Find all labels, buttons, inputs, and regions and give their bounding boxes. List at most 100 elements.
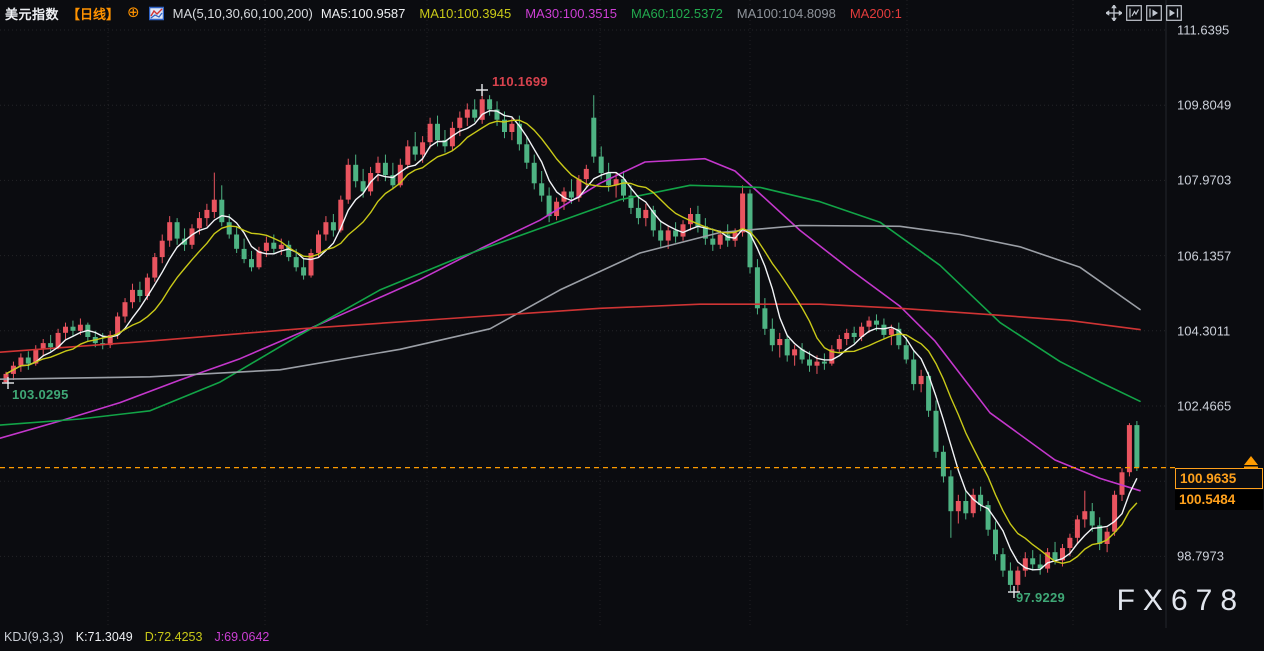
candle [41,339,46,355]
go-to-latest-icon[interactable] [1165,4,1182,21]
candle [234,226,239,253]
pan-tool-icon[interactable] [1105,4,1122,21]
playback-icon[interactable] [1145,4,1162,21]
candle [636,198,641,225]
timeframe-selector[interactable]: 【日线】 [67,4,119,23]
candle [956,495,961,524]
fx678-watermark: FX678 [1117,584,1245,618]
candle [681,220,686,241]
candle [770,319,775,352]
candle [1082,491,1087,528]
price-extreme-annotation: 103.0295 [12,387,69,402]
ma-legend: MA5:100.9587 MA10:100.3945 MA30:100.3515 MA… [321,6,902,21]
candle [539,171,544,202]
ma-legend-item-ma30: MA30:100.3515 [525,6,617,21]
candle [658,220,663,247]
candle [1038,554,1043,575]
kdj-k-value: K:71.3049 [76,630,133,644]
candle [710,228,715,251]
candle [85,323,90,342]
candle [71,321,76,337]
candle [919,370,924,393]
axis-price-label: 98.7973 [1177,549,1224,564]
candle [152,253,157,282]
candle [160,235,165,264]
candle [309,249,314,278]
axis-price-label: 111.6395 [1177,23,1229,38]
axis-price-label: 104.3011 [1177,323,1230,338]
candle [242,239,247,264]
candle [376,157,381,182]
candle [911,351,916,390]
chart-canvas[interactable] [0,0,1264,651]
candle [1134,421,1139,471]
candle [1127,423,1132,476]
price-extreme-annotation: 97.9229 [1016,590,1065,605]
candle [524,136,529,169]
candle [346,159,351,204]
kdj-d-value: D:72.4253 [145,630,203,644]
ma-legend-item-ma200: MA200:1 [850,6,902,21]
scale-left-icon[interactable] [1125,4,1142,21]
ma-legend-item-ma100: MA100:104.8098 [737,6,836,21]
candle [18,353,23,371]
candle [212,173,217,219]
candle [1112,491,1117,536]
ma-legend-item-ma5: MA5:100.9587 [321,6,406,21]
compare-plus-icon[interactable]: ⊕ [127,6,140,20]
candle [1030,550,1035,571]
axis-price-label: 109.8049 [1177,98,1231,113]
candle [993,521,998,560]
candle [948,470,953,538]
candle [472,99,477,122]
candle [532,155,537,190]
candle [695,206,700,233]
candle [800,343,805,364]
candle [852,327,857,343]
price-extreme-annotation: 110.1699 [492,74,548,89]
axis-price-label: 107.9703 [1177,173,1231,188]
candle [777,333,782,358]
candle [286,241,291,262]
candle [26,351,31,370]
candle [1045,548,1050,573]
candle [1075,515,1080,544]
ma-settings-label[interactable]: MA(5,10,30,60,100,200) [173,6,313,21]
axis-price-label: 106.1357 [1177,248,1231,263]
chart-window: 美元指数 【日线】 ⊕ MA(5,10,30,60,100,200) MA5:1… [0,0,1264,651]
chart-type-icon[interactable] [148,5,165,22]
candle [971,489,976,518]
candle [1001,548,1006,577]
chart-toolbar [1105,4,1182,21]
candle [896,323,901,350]
ma-line-ma60 [0,185,1140,425]
candle [108,331,113,348]
candle [63,323,68,339]
candle [547,187,552,222]
secondary-price-label: 100.5484 [1175,490,1263,510]
axis-price-label: 102.4665 [1177,399,1231,414]
candle [1023,552,1028,577]
price-arrow-icon[interactable] [1244,456,1258,465]
candle [175,218,180,245]
candle [487,95,492,115]
candle [353,155,358,188]
kdj-indicator-header[interactable]: KDJ(9,3,3) K:71.3049 D:72.4253 J:69.0642 [4,630,269,644]
candle [130,284,135,309]
candle [963,491,968,520]
candle [1015,567,1020,593]
candle [167,216,172,247]
candle [755,259,760,314]
ma-legend-item-ma10: MA10:100.3945 [419,6,511,21]
candle [428,118,433,149]
candle [941,446,946,483]
candle [688,208,693,231]
kdj-j-value: J:69.0642 [214,630,269,644]
candle [934,401,939,458]
candle [323,216,328,241]
candle [822,353,827,369]
symbol-name: 美元指数 [5,4,59,23]
candle [219,185,224,226]
candle [621,171,626,202]
ma-legend-item-ma60: MA60:102.5372 [631,6,723,21]
